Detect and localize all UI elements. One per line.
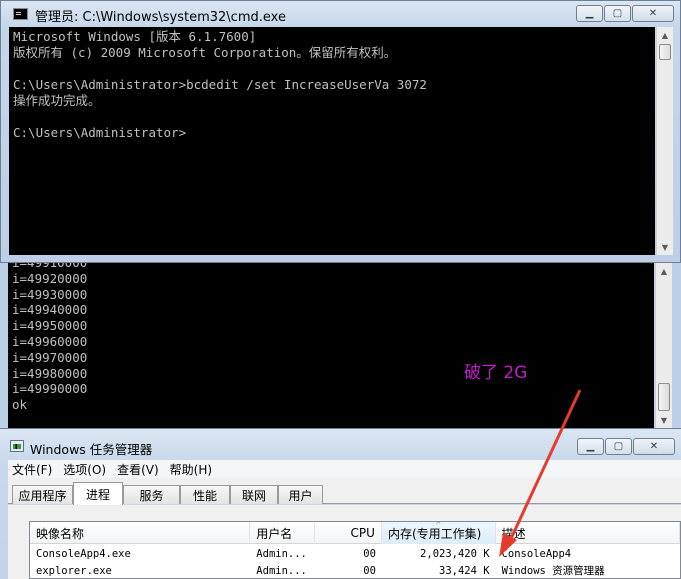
maximize-icon: ▢ [613, 441, 624, 452]
scrollbar-thumb[interactable] [659, 44, 671, 60]
processes-panel: 映像名称 用户名 CPU ^ 内存(专用工作集) 描述 ConsoleApp4.… [8, 505, 681, 579]
cell-description: Windows 资源管理器 [501, 565, 605, 577]
scroll-up-arrow-icon[interactable]: ▲ [656, 263, 672, 279]
maximize-button[interactable]: ▢ [605, 438, 632, 455]
cell-memory: 2,023,420 K [420, 547, 490, 560]
scroll-down-arrow-icon[interactable]: ▼ [657, 239, 673, 255]
cmd-window-title: 管理员: C:\Windows\system32\cmd.exe [35, 10, 286, 25]
table-row[interactable]: explorer.exe Admin... 00 33,424 K Window… [30, 562, 680, 579]
close-icon: ✕ [648, 8, 658, 19]
minimize-icon: ▁ [585, 8, 594, 19]
annotation-label: 破了 2G [464, 363, 528, 383]
cmd-console[interactable]: Microsoft Windows [版本 6.1.7600] 版权所有 (c)… [9, 27, 655, 255]
console-scrollbar[interactable]: ▲ ▼ [655, 263, 672, 428]
task-manager-window: Windows 任务管理器 ▁ ▢ ✕ 文件(F) 选项(O) 查看(V) 帮助… [0, 428, 681, 579]
tab-processes[interactable]: 进程 [73, 482, 123, 505]
tab-networking[interactable]: 联网 [230, 485, 278, 504]
cell-image-name: explorer.exe [36, 564, 112, 577]
console-app-window: i=49910000 i=49920000 i=49930000 i=49940… [0, 263, 681, 428]
sort-ascending-icon: ^ [435, 521, 442, 529]
task-manager-title: Windows 任务管理器 [30, 442, 153, 457]
column-memory[interactable]: ^ 内存(专用工作集) [381, 521, 496, 544]
console-output-text: i=49910000 i=49920000 i=49930000 i=49940… [12, 263, 88, 413]
menu-file[interactable]: 文件(F) [12, 461, 52, 478]
tab-applications[interactable]: 应用程序 [12, 485, 73, 504]
scroll-up-arrow-icon[interactable]: ▲ [657, 27, 673, 43]
column-image-name[interactable]: 映像名称 [30, 522, 251, 544]
maximize-button[interactable]: ▢ [604, 5, 631, 22]
cell-user-name: Admin... [256, 547, 307, 560]
cell-image-name: ConsoleApp4.exe [36, 547, 131, 560]
cell-description: ConsoleApp4 [501, 547, 572, 560]
close-button[interactable]: ✕ [633, 438, 675, 455]
minimize-button[interactable]: ▁ [576, 5, 603, 22]
task-manager-icon[interactable] [10, 440, 24, 452]
cmd-scrollbar[interactable]: ▲ ▼ [656, 27, 673, 255]
table-header: 映像名称 用户名 CPU ^ 内存(专用工作集) 描述 [30, 521, 681, 544]
console-app-output[interactable]: i=49910000 i=49920000 i=49930000 i=49940… [8, 263, 654, 428]
window-controls: ▁ ▢ ✕ [576, 438, 675, 455]
tab-services[interactable]: 服务 [123, 485, 180, 504]
menu-help[interactable]: 帮助(H) [170, 461, 212, 478]
column-cpu[interactable]: CPU [315, 522, 382, 544]
cell-cpu: 00 [363, 564, 376, 577]
cell-user-name: Admin... [256, 564, 307, 577]
cmd-titlebar[interactable]: 管理员: C:\Windows\system32\cmd.exe ▁ ▢ ✕ [1, 1, 680, 27]
column-description[interactable]: 描述 [496, 522, 681, 544]
cell-cpu: 00 [363, 547, 376, 560]
close-button[interactable]: ✕ [632, 5, 674, 22]
tab-performance[interactable]: 性能 [180, 485, 230, 504]
cell-memory: 33,424 K [439, 564, 490, 577]
menu-view[interactable]: 查看(V) [117, 461, 159, 478]
tab-users[interactable]: 用户 [278, 485, 323, 504]
scrollbar-thumb[interactable] [658, 383, 670, 411]
menu-bar: 文件(F) 选项(O) 查看(V) 帮助(H) [8, 460, 681, 478]
cmd-window: 管理员: C:\Windows\system32\cmd.exe ▁ ▢ ✕ M… [0, 0, 681, 263]
minimize-icon: ▁ [586, 441, 595, 452]
column-user-name[interactable]: 用户名 [250, 522, 316, 544]
scroll-down-arrow-icon[interactable]: ▼ [656, 412, 672, 428]
minimize-button[interactable]: ▁ [577, 438, 604, 455]
cmd-window-icon[interactable] [13, 8, 28, 20]
cmd-output-text: Microsoft Windows [版本 6.1.7600] 版权所有 (c)… [13, 29, 427, 140]
maximize-icon: ▢ [612, 8, 623, 19]
process-table: 映像名称 用户名 CPU ^ 内存(专用工作集) 描述 ConsoleApp4.… [29, 521, 681, 579]
table-row[interactable]: ConsoleApp4.exe Admin... 00 2,023,420 K … [30, 545, 680, 562]
menu-options[interactable]: 选项(O) [63, 461, 106, 478]
tab-strip: 应用程序 进程 服务 性能 联网 用户 [8, 478, 681, 505]
window-controls: ▁ ▢ ✕ [575, 5, 674, 22]
close-icon: ✕ [649, 441, 659, 452]
